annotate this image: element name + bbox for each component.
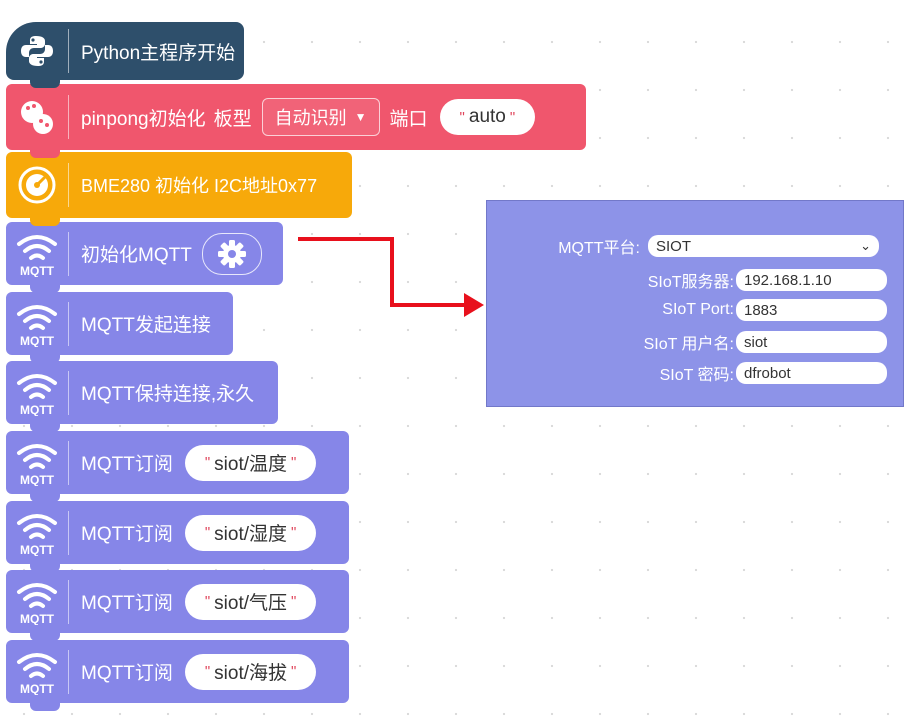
block-notch (30, 353, 60, 363)
password-label: SIoT 密码: (659, 367, 734, 384)
password-input[interactable]: dfrobot (736, 362, 887, 384)
server-label: SIoT服务器: (647, 274, 734, 291)
password-row: SIoT 密码: dfrobot (487, 361, 887, 385)
password-value: dfrobot (744, 364, 791, 382)
block-notch (30, 422, 60, 432)
block-notch (30, 492, 60, 502)
user-row: SIoT 用户名: siot (487, 330, 887, 354)
block-notch (30, 701, 60, 711)
chevron-down-icon: ⌄ (860, 238, 871, 253)
platform-row: MQTT平台: SIOT ⌄ (487, 234, 879, 258)
server-value: 192.168.1.10 (744, 271, 832, 289)
block-notch (30, 283, 60, 293)
port-input[interactable]: 1883 (736, 299, 887, 321)
user-input[interactable]: siot (736, 331, 887, 353)
block-notch (30, 78, 60, 88)
platform-value: SIOT (656, 237, 692, 255)
mqtt-settings-panel: MQTT平台: SIOT ⌄ SIoT服务器: 192.168.1.10 SIo… (486, 200, 904, 407)
user-value: siot (744, 333, 768, 351)
port-row: SIoT Port: 1883 (487, 299, 887, 321)
server-row: SIoT服务器: 192.168.1.10 (487, 268, 887, 292)
server-input[interactable]: 192.168.1.10 (736, 269, 887, 291)
port-value: 1883 (744, 301, 778, 319)
block-notch (30, 562, 60, 572)
platform-select[interactable]: SIOT ⌄ (648, 235, 879, 257)
block-notch (30, 631, 60, 641)
platform-label: MQTT平台: (558, 240, 640, 257)
user-label: SIoT 用户名: (643, 336, 734, 353)
port-label: SIoT Port: (662, 301, 734, 318)
block-notch (30, 216, 60, 226)
block-notch (30, 148, 60, 158)
